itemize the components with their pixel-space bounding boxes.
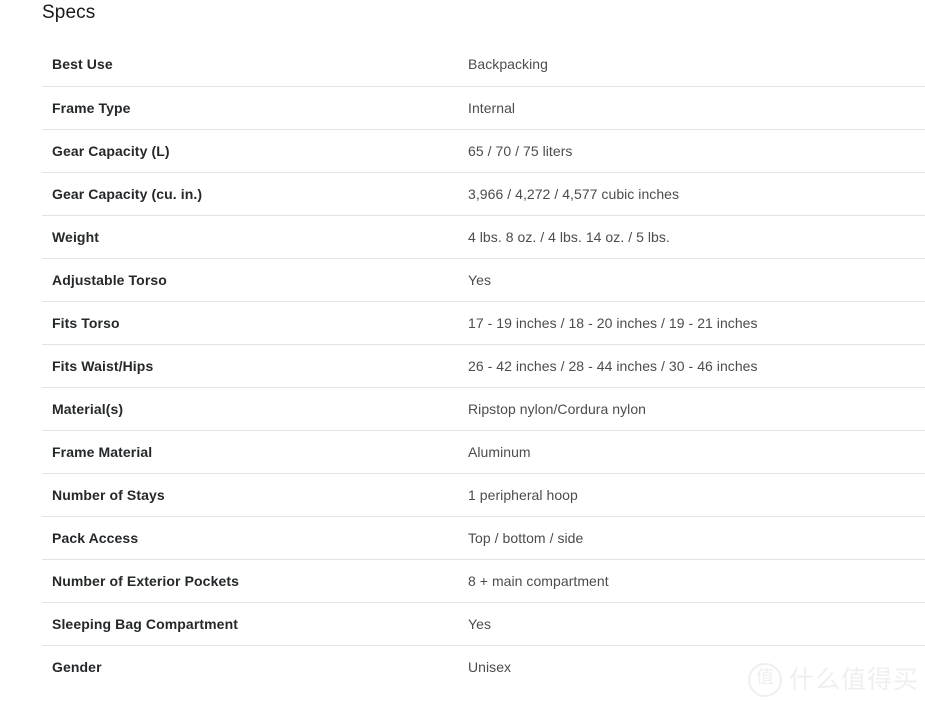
table-row: Number of Stays 1 peripheral hoop xyxy=(0,473,925,517)
specs-panel: Specs Best Use Backpacking Frame Type Inter… xyxy=(0,0,925,701)
spec-label: Best Use xyxy=(0,43,458,87)
table-row: Material(s) Ripstop nylon/Cordura nylon xyxy=(0,387,925,431)
spec-label: Weight xyxy=(0,215,458,259)
spec-label: Number of Exterior Pockets xyxy=(0,559,458,603)
spec-value: 1 peripheral hoop xyxy=(458,473,925,517)
spec-value: 17 - 19 inches / 18 - 20 inches / 19 - 2… xyxy=(458,301,925,345)
table-row: Sleeping Bag Compartment Yes xyxy=(0,602,925,646)
table-row: Frame Type Internal xyxy=(0,86,925,130)
spec-value: Yes xyxy=(458,258,925,302)
spec-value: Ripstop nylon/Cordura nylon xyxy=(458,387,925,431)
table-row: Fits Torso 17 - 19 inches / 18 - 20 inche… xyxy=(0,301,925,345)
spec-value: 4 lbs. 8 oz. / 4 lbs. 14 oz. / 5 lbs. xyxy=(458,215,925,259)
spec-label: Fits Waist/Hips xyxy=(0,344,458,388)
table-row: Number of Exterior Pockets 8 + main compa… xyxy=(0,559,925,603)
spec-label: Sleeping Bag Compartment xyxy=(0,602,458,646)
specs-table: Best Use Backpacking Frame Type Internal Gea… xyxy=(0,43,925,688)
table-row: Gear Capacity (cu. in.) 3,966 / 4,272 / 4… xyxy=(0,172,925,216)
specs-table-body: Best Use Backpacking Frame Type Internal Gea… xyxy=(0,43,925,688)
spec-value: Unisex xyxy=(468,658,512,675)
table-row: Pack Access Top / bottom / side xyxy=(0,516,925,560)
spec-label: Gender xyxy=(52,658,102,675)
table-row: Gear Capacity (L) 65 / 70 / 75 liters xyxy=(0,129,925,173)
table-row: Frame Material Aluminum xyxy=(0,430,925,474)
spec-label: Adjustable Torso xyxy=(0,258,458,302)
table-row: Weight 4 lbs. 8 oz. / 4 lbs. 14 oz. / 5 l… xyxy=(0,215,925,259)
spec-label: Pack Access xyxy=(0,516,458,560)
table-row: Fits Waist/Hips 26 - 42 inches / 28 - 44 … xyxy=(0,344,925,388)
spec-label: Number of Stays xyxy=(0,473,458,517)
spec-label: Gear Capacity (cu. in.) xyxy=(0,172,458,216)
table-row: Best Use Backpacking xyxy=(0,43,925,87)
spec-label: Frame Material xyxy=(0,430,458,474)
spec-label: Gear Capacity (L) xyxy=(0,129,458,173)
page-title: Specs xyxy=(42,2,96,23)
spec-label: Frame Type xyxy=(0,86,458,130)
spec-value: 8 + main compartment xyxy=(458,559,925,603)
spec-value: 3,966 / 4,272 / 4,577 cubic inches xyxy=(458,172,925,216)
spec-value: 26 - 42 inches / 28 - 44 inches / 30 - 4… xyxy=(458,344,925,388)
spec-label: Material(s) xyxy=(0,387,458,431)
spec-value: 65 / 70 / 75 liters xyxy=(458,129,925,173)
spec-value: Aluminum xyxy=(458,430,925,474)
spec-value: Backpacking xyxy=(458,43,925,87)
spec-value: Internal xyxy=(458,86,925,130)
spec-value: Top / bottom / side xyxy=(458,516,925,560)
table-row: Adjustable Torso Yes xyxy=(0,258,925,302)
spec-label: Fits Torso xyxy=(0,301,458,345)
table-row: Gender Unisex xyxy=(0,645,925,688)
spec-value: Yes xyxy=(458,602,925,646)
